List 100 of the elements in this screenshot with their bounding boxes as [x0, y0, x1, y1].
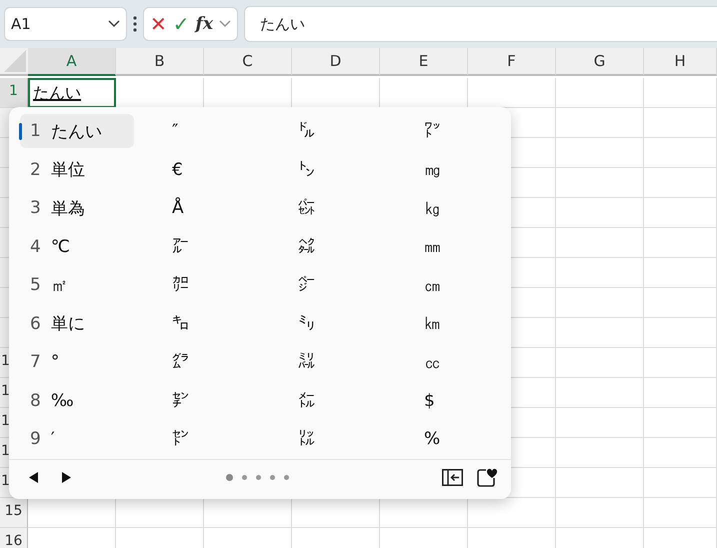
column-header[interactable]: C: [204, 48, 292, 76]
candidate-symbol[interactable]: ㍗: [409, 121, 441, 142]
candidate-symbol[interactable]: ㍉: [283, 314, 315, 334]
cell[interactable]: [556, 378, 644, 408]
cell[interactable]: [556, 78, 644, 108]
candidate-item[interactable]: 3 単為: [20, 191, 134, 226]
cell[interactable]: [556, 258, 644, 288]
column-header[interactable]: A: [28, 48, 116, 76]
cell[interactable]: [644, 198, 717, 228]
chevron-down-icon[interactable]: [218, 20, 231, 28]
candidate-symbol[interactable]: ㌍: [157, 275, 189, 296]
candidate-symbol[interactable]: €: [157, 160, 183, 180]
cell[interactable]: [644, 108, 717, 138]
candidate-symbol[interactable]: ㌔: [157, 314, 189, 334]
more-icon[interactable]: [133, 16, 137, 32]
candidate-symbol[interactable]: ㎝: [409, 276, 441, 296]
candidate-text: ㎡: [50, 274, 68, 297]
candidate-symbol[interactable]: ㍑: [283, 429, 315, 450]
candidate-item[interactable]: 5 ㎡: [20, 268, 134, 302]
column-header[interactable]: G: [556, 48, 644, 76]
cell[interactable]: [644, 498, 717, 528]
candidate-symbol[interactable]: ″: [157, 121, 178, 142]
candidate-item[interactable]: 1 たんい: [20, 114, 134, 148]
column-header[interactable]: B: [116, 48, 204, 76]
candidate-symbol[interactable]: ㍊: [283, 352, 315, 372]
cell[interactable]: [556, 318, 644, 348]
candidate-symbol[interactable]: %: [409, 429, 440, 450]
candidate-number: 8: [30, 390, 41, 411]
cell[interactable]: [556, 348, 644, 378]
candidate-symbol[interactable]: ㌘: [157, 352, 189, 372]
candidate-symbol[interactable]: $: [409, 390, 435, 411]
candidate-symbol[interactable]: ㌧: [283, 160, 315, 180]
candidate-item[interactable]: 4 ℃: [20, 230, 134, 264]
candidate-text: 単位: [50, 159, 85, 182]
candidate-text: たんい: [50, 120, 102, 143]
select-all-corner[interactable]: [0, 48, 28, 76]
row-header[interactable]: 16: [0, 528, 28, 548]
page-dot[interactable]: [242, 474, 247, 480]
cancel-button[interactable]: ✕: [150, 12, 167, 36]
candidate-item[interactable]: 8 ‰: [20, 384, 134, 418]
candidate-symbol[interactable]: ㎞: [409, 314, 441, 334]
candidate-number: 6: [30, 314, 41, 334]
candidate-symbol[interactable]: ㌫: [283, 198, 315, 218]
candidate-item[interactable]: 2 単位: [20, 152, 134, 187]
cell[interactable]: [556, 138, 644, 168]
column-header[interactable]: H: [644, 48, 717, 76]
cell[interactable]: [556, 228, 644, 258]
cell[interactable]: [644, 318, 717, 348]
candidate-item[interactable]: 6 単に: [20, 306, 134, 341]
triangle-left-icon: [29, 472, 38, 483]
candidate-symbol[interactable]: ㌃: [157, 236, 189, 257]
cell[interactable]: [644, 138, 717, 168]
cell[interactable]: [644, 258, 717, 288]
page-dot[interactable]: [256, 474, 261, 480]
candidate-text: ′: [50, 429, 55, 450]
cell[interactable]: [644, 378, 717, 408]
row-header[interactable]: 1: [0, 78, 28, 108]
candidate-symbol[interactable]: ㌢: [157, 390, 189, 411]
formula-field[interactable]: たんい: [244, 6, 717, 42]
cell[interactable]: [556, 168, 644, 198]
cell[interactable]: [644, 228, 717, 258]
candidate-item[interactable]: 7 °: [20, 345, 134, 380]
cell[interactable]: [556, 288, 644, 318]
cell[interactable]: [644, 408, 717, 438]
cell[interactable]: [644, 468, 717, 498]
candidate-text: °: [50, 352, 60, 372]
page-dot[interactable]: [226, 474, 233, 481]
cell[interactable]: [556, 198, 644, 228]
candidate-symbol[interactable]: Å: [157, 198, 184, 218]
cell[interactable]: [556, 468, 644, 498]
candidate-item[interactable]: 9 ′: [20, 422, 134, 456]
chevron-down-icon: [108, 20, 120, 28]
enter-button[interactable]: ✓: [172, 12, 190, 36]
row-header[interactable]: 15: [0, 498, 28, 528]
page-dot[interactable]: [270, 474, 275, 480]
candidate-symbol[interactable]: ㎜: [409, 237, 441, 258]
candidate-symbol[interactable]: ㌣: [157, 429, 189, 450]
cell[interactable]: [644, 168, 717, 198]
cell[interactable]: [644, 438, 717, 468]
cell[interactable]: [644, 78, 717, 108]
insert-function-button[interactable]: fx: [196, 14, 213, 34]
cell[interactable]: [556, 408, 644, 438]
candidate-symbol[interactable]: ㎏: [409, 198, 441, 219]
cell[interactable]: [556, 498, 644, 528]
cell[interactable]: [556, 108, 644, 138]
column-header[interactable]: E: [380, 48, 468, 76]
candidate-symbol[interactable]: ㌻: [283, 275, 315, 296]
candidate-symbol[interactable]: ㌦: [283, 121, 315, 142]
candidate-symbol[interactable]: ㍍: [283, 390, 315, 411]
cell[interactable]: [644, 288, 717, 318]
column-header[interactable]: D: [292, 48, 380, 76]
cell[interactable]: [644, 348, 717, 378]
candidate-symbol[interactable]: ㏄: [409, 352, 441, 373]
candidate-symbol[interactable]: ㎎: [409, 160, 441, 180]
page-dot[interactable]: [284, 474, 289, 480]
cell[interactable]: [556, 438, 644, 468]
name-box[interactable]: A1: [4, 7, 127, 41]
column-header[interactable]: F: [468, 48, 556, 76]
candidate-number: 3: [30, 198, 41, 218]
candidate-symbol[interactable]: ㌶: [283, 236, 315, 257]
